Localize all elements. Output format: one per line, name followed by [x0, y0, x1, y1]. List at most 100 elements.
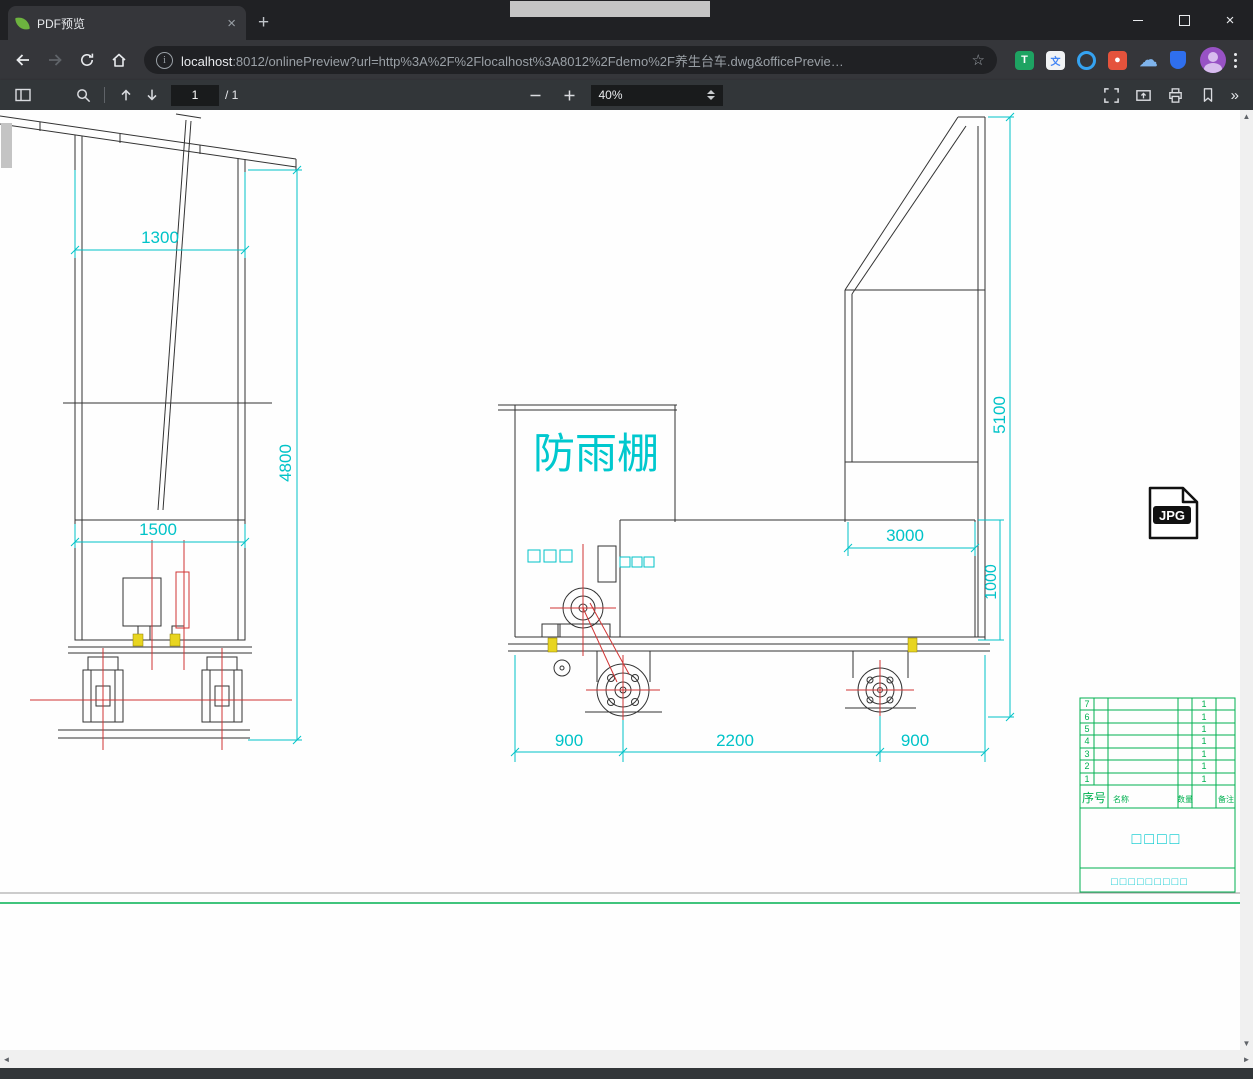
page-down-button[interactable]	[139, 83, 165, 107]
forward-button[interactable]	[40, 45, 70, 75]
url-path: :8012/onlinePreview?url=http%3A%2F%2Floc…	[232, 53, 844, 69]
side-view-highlights	[547, 637, 918, 653]
arrow-up-icon	[121, 89, 131, 101]
qty-cell: 1	[1201, 736, 1206, 746]
scroll-up-arrow-icon[interactable]: ▲	[1240, 110, 1253, 123]
minimize-icon	[1133, 19, 1143, 21]
presentation-icon	[1136, 89, 1151, 101]
row-number: 6	[1084, 712, 1089, 722]
browser-menu-icon[interactable]	[1234, 52, 1237, 68]
scroll-down-arrow-icon[interactable]: ▼	[1240, 1037, 1253, 1050]
footer-placeholder: □□□□□□□□□	[1111, 876, 1189, 888]
search-icon	[76, 88, 90, 102]
back-arrow-icon	[16, 54, 29, 66]
sidebar-toggle-button[interactable]	[10, 83, 36, 107]
side-view	[498, 116, 990, 717]
row-number: 2	[1084, 761, 1089, 771]
qty-cell: 1	[1201, 699, 1206, 709]
page-up-button[interactable]	[113, 83, 139, 107]
zoom-value: 40%	[598, 88, 623, 102]
pdf-viewer-toolbar: / 1 40% »	[0, 80, 1253, 110]
dim-4800-label: 4800	[276, 444, 295, 482]
dim-1300-label: 1300	[141, 228, 179, 247]
home-button[interactable]	[104, 45, 134, 75]
print-icon	[1169, 87, 1182, 103]
back-button[interactable]	[8, 45, 38, 75]
front-view-centerlines	[30, 540, 292, 750]
qty-cell: 1	[1201, 749, 1206, 759]
scroll-left-arrow-icon[interactable]: ◄	[0, 1053, 13, 1066]
forward-arrow-icon	[49, 54, 62, 66]
company-placeholder: □□□□	[1132, 831, 1183, 848]
jpg-file-icon: JPG	[1148, 486, 1199, 540]
dim-900-right-label: 900	[901, 731, 929, 750]
minus-icon	[530, 94, 541, 96]
close-button[interactable]: ×	[1207, 0, 1253, 40]
red-extension-icon[interactable]: ●	[1108, 50, 1127, 70]
vertical-scroll-thumb[interactable]	[1, 123, 12, 168]
fullscreen-button[interactable]	[1099, 83, 1125, 107]
reload-button[interactable]	[72, 45, 102, 75]
profile-avatar[interactable]	[1200, 47, 1226, 73]
maximize-button[interactable]	[1161, 0, 1207, 40]
cloud-extension-icon[interactable]: ☁	[1139, 50, 1158, 70]
translate-extension-icon[interactable]: 文	[1046, 50, 1065, 70]
url-text[interactable]: localhost:8012/onlinePreview?url=http%3A…	[181, 51, 964, 70]
zoom-out-button[interactable]	[523, 83, 549, 107]
new-tab-button[interactable]: +	[258, 13, 269, 32]
dim-3000-label: 3000	[886, 526, 924, 545]
col-header-note: 备注	[1218, 794, 1234, 804]
qty-cell: 1	[1201, 761, 1206, 771]
window-controls: ×	[1115, 0, 1253, 40]
arrow-down-icon	[147, 89, 157, 101]
shield-extension-icon[interactable]	[1170, 51, 1186, 69]
toolbar-overflow-button[interactable]: »	[1227, 87, 1243, 104]
jpg-badge-label: JPG	[1159, 508, 1185, 523]
horizontal-scroll-thumb[interactable]	[510, 1, 710, 17]
qty-cell: 1	[1201, 774, 1206, 784]
page-count-label: / 1	[225, 88, 239, 102]
bookmark-star-icon[interactable]: ☆	[972, 53, 985, 68]
bookmark-icon	[1203, 88, 1212, 102]
bookmark-button[interactable]	[1195, 83, 1221, 107]
zoom-in-button[interactable]	[557, 83, 583, 107]
green-extension-icon[interactable]: T	[1015, 50, 1034, 70]
row-number: 3	[1084, 749, 1089, 759]
scroll-right-arrow-icon[interactable]: ►	[1240, 1053, 1253, 1066]
print-button[interactable]	[1163, 83, 1189, 107]
tab-close-icon[interactable]: ×	[225, 16, 238, 31]
fullscreen-icon	[1104, 87, 1120, 103]
row-number: 4	[1084, 736, 1089, 746]
front-view	[0, 113, 297, 739]
reload-icon	[81, 53, 94, 66]
pdf-toolbar-right: »	[1099, 83, 1243, 107]
toolbar-divider	[104, 87, 105, 103]
dim-1500-label: 1500	[139, 520, 177, 539]
zoom-select[interactable]: 40%	[590, 84, 723, 106]
cad-drawing: 1300 4800 1500 防雨棚 3000 1000 5100 900 22…	[0, 112, 1240, 904]
window-bottom-edge	[0, 1068, 1253, 1079]
presentation-button[interactable]	[1131, 83, 1157, 107]
rain-shelter-label: 防雨棚	[533, 430, 659, 477]
select-spinner-icon	[706, 90, 715, 100]
row-number: 1	[1084, 774, 1089, 784]
home-icon	[112, 53, 126, 67]
dim-2200-label: 2200	[716, 731, 754, 750]
page-info-icon[interactable]: i	[156, 51, 173, 69]
horizontal-scrollbar[interactable]: ◄ ►	[0, 1050, 1253, 1068]
page-number-input[interactable]	[171, 84, 219, 106]
dim-1000-label: 1000	[983, 564, 1000, 600]
dim-900-left-label: 900	[555, 731, 583, 750]
col-header-name: 名称	[1113, 794, 1129, 804]
find-button[interactable]	[70, 83, 96, 107]
tab-title: PDF预览	[37, 16, 86, 31]
browser-tab[interactable]: PDF预览 ×	[8, 6, 246, 40]
side-view-cyan-details	[527, 549, 655, 568]
qty-cell: 1	[1201, 712, 1206, 722]
minimize-button[interactable]	[1115, 0, 1161, 40]
dim-5100-label: 5100	[990, 396, 1009, 434]
col-header-qty: 数量	[1177, 794, 1193, 804]
vertical-scrollbar[interactable]: ▲ ▼	[1240, 110, 1253, 1050]
ring-extension-icon[interactable]	[1077, 50, 1096, 70]
address-bar[interactable]: i localhost:8012/onlinePreview?url=http%…	[144, 46, 997, 74]
